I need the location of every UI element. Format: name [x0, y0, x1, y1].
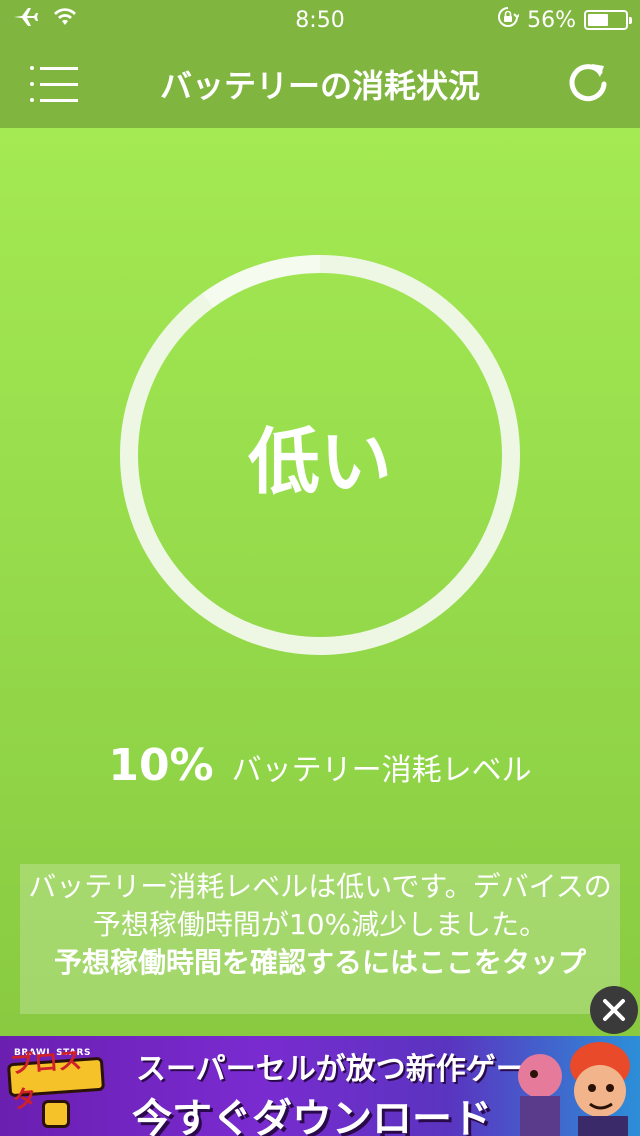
drain-level-percent: 10%: [108, 740, 214, 791]
page-title: バッテリーの消耗状況: [159, 67, 480, 105]
close-icon[interactable]: [590, 986, 638, 1034]
list-menu-icon[interactable]: [30, 66, 78, 102]
status-bar: 8:50 56%: [0, 0, 640, 40]
battery-percent: 56%: [527, 7, 576, 33]
ad-character-image: [500, 1036, 640, 1136]
refresh-icon[interactable]: [564, 58, 612, 106]
status-right: 56%: [428, 6, 632, 34]
info-text: バッテリー消耗レベルは低いです。デバイスの予想稼働時間が10%減少しました。: [28, 870, 612, 941]
ad-headline: スーパーセルが放つ新作ゲーム: [136, 1052, 555, 1087]
status-left: [12, 6, 212, 34]
ad-logo-main: ブロスタ: [6, 1046, 106, 1114]
ad-cta: 今すぐダウンロード: [132, 1096, 492, 1136]
status-time: 8:50: [295, 7, 345, 33]
drain-level-label: バッテリー消耗レベル: [231, 753, 532, 788]
battery-icon: [584, 10, 632, 30]
brawl-stars-logo: BRAWL STARS ブロスタ: [6, 1046, 106, 1130]
nav-bar: バッテリーの消耗状況: [0, 40, 640, 128]
wifi-icon: [52, 7, 78, 33]
info-cta-link[interactable]: 予想稼働時間を確認するにはここをタップ: [26, 944, 614, 982]
gauge-label: 低い: [247, 419, 392, 504]
battery-fill: [588, 14, 609, 26]
ad-banner[interactable]: BRAWL STARS ブロスタ スーパーセルが放つ新作ゲーム 今すぐダウンロー…: [0, 1036, 640, 1136]
info-box[interactable]: バッテリー消耗レベルは低いです。デバイスの予想稼働時間が10%減少しました。 予…: [20, 864, 620, 1014]
drain-level: 10% バッテリー消耗レベル: [0, 740, 640, 800]
airplane-icon: [12, 6, 38, 34]
skull-badge-icon: [42, 1100, 70, 1128]
battery-drain-gauge: 低い: [119, 254, 521, 656]
orientation-lock-icon: [497, 6, 521, 34]
